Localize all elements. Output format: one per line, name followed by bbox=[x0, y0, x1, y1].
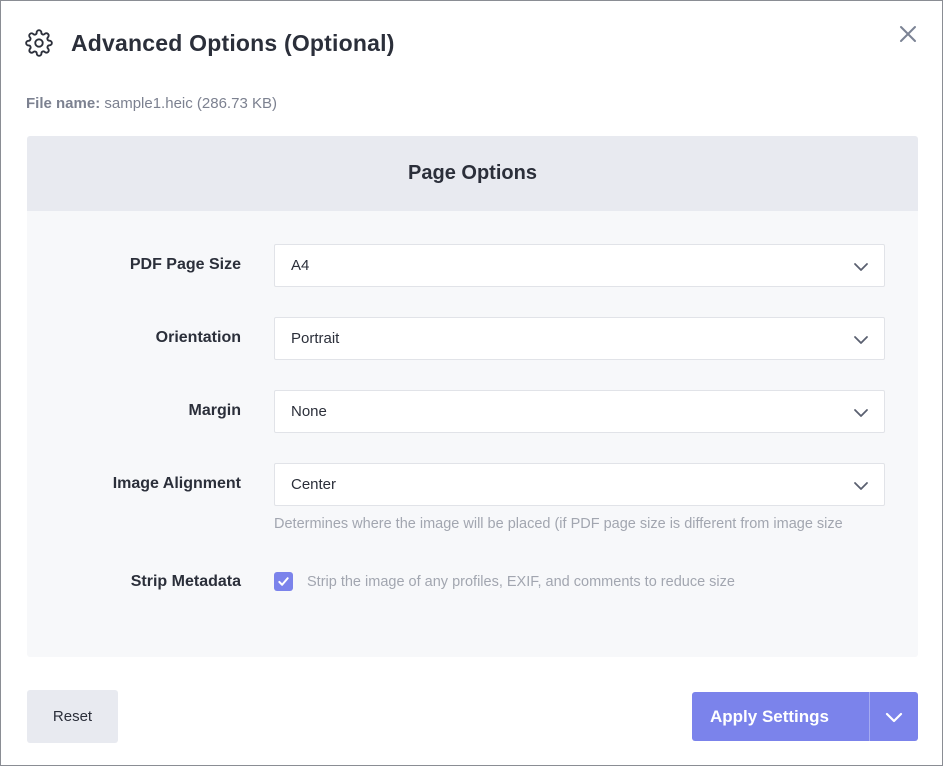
pdf-page-size-label: PDF Page Size bbox=[129, 256, 241, 273]
chevron-down-icon bbox=[854, 263, 868, 271]
apply-settings-group: Apply Settings bbox=[692, 692, 918, 741]
margin-value: None bbox=[291, 403, 327, 420]
strip-metadata-text: Strip the image of any profiles, EXIF, a… bbox=[307, 574, 735, 590]
reset-button[interactable]: Reset bbox=[27, 690, 118, 743]
file-name-line: File name: sample1.heic (286.73 KB) bbox=[26, 95, 277, 112]
chevron-down-icon bbox=[854, 409, 868, 417]
chevron-down-icon bbox=[854, 336, 868, 344]
orientation-label: Orientation bbox=[155, 329, 241, 346]
image-alignment-select[interactable]: Center bbox=[274, 463, 885, 506]
dialog-title: Advanced Options (Optional) bbox=[71, 29, 395, 56]
apply-options-dropdown-button[interactable] bbox=[870, 692, 918, 741]
gear-icon bbox=[25, 29, 53, 57]
page-options-panel: Page Options PDF Page Size A4 Orientatio… bbox=[27, 136, 918, 657]
image-alignment-value: Center bbox=[291, 476, 337, 493]
orientation-value: Portrait bbox=[291, 330, 340, 347]
margin-label: Margin bbox=[188, 402, 241, 419]
image-alignment-hint: Determines where the image will be place… bbox=[274, 516, 843, 532]
file-name-value: sample1.heic (286.73 KB) bbox=[104, 95, 277, 112]
margin-select[interactable]: None bbox=[274, 390, 885, 433]
chevron-down-icon bbox=[885, 712, 903, 722]
page-options-title: Page Options bbox=[27, 136, 918, 211]
orientation-select[interactable]: Portrait bbox=[274, 317, 885, 360]
advanced-options-dialog: Advanced Options (Optional) File name: s… bbox=[0, 0, 943, 766]
close-button[interactable] bbox=[896, 22, 920, 46]
close-icon bbox=[900, 26, 916, 42]
dialog-header: Advanced Options (Optional) bbox=[25, 27, 395, 59]
strip-metadata-label: Strip Metadata bbox=[130, 573, 241, 590]
checkmark-icon bbox=[278, 577, 289, 586]
pdf-page-size-value: A4 bbox=[291, 257, 310, 274]
chevron-down-icon bbox=[854, 482, 868, 490]
pdf-page-size-select[interactable]: A4 bbox=[274, 244, 885, 287]
apply-settings-button[interactable]: Apply Settings bbox=[692, 692, 869, 741]
image-alignment-label: Image Alignment bbox=[112, 475, 241, 492]
strip-metadata-checkbox[interactable] bbox=[274, 572, 293, 591]
file-name-label: File name: bbox=[26, 95, 101, 112]
